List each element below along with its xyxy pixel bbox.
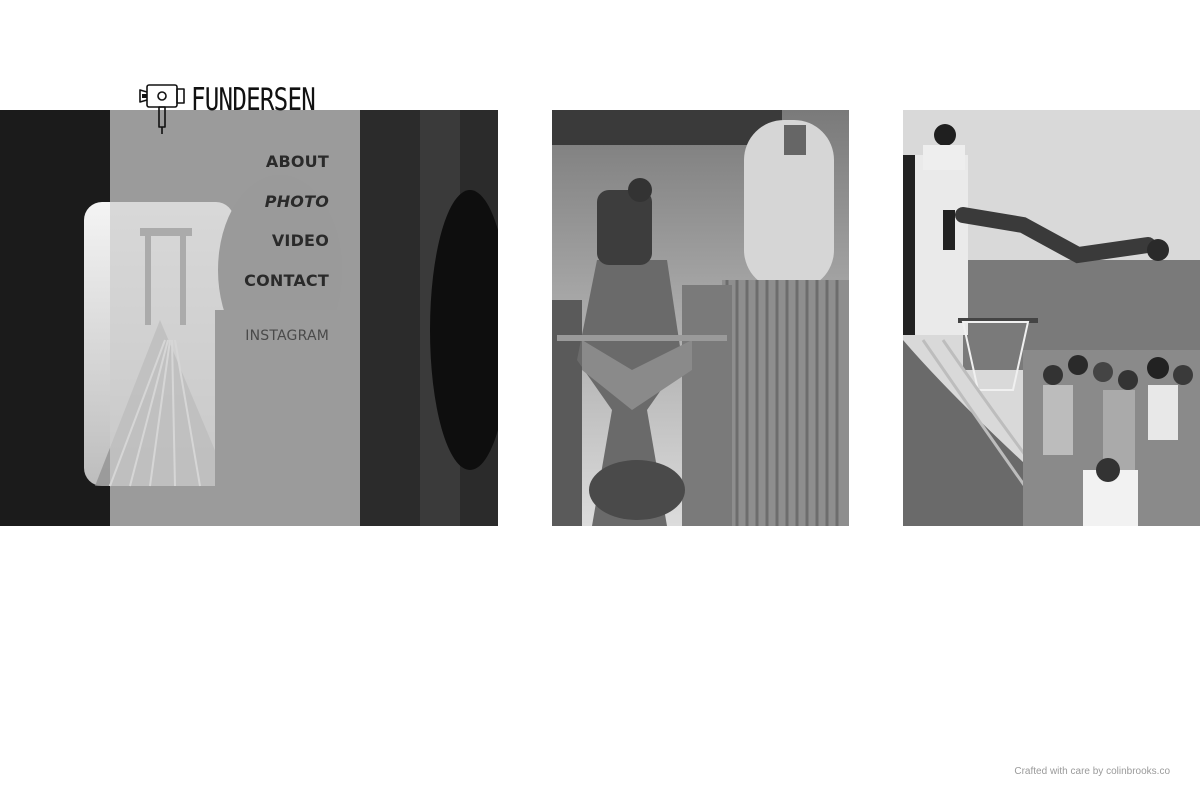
photo-mixer-image <box>552 110 849 526</box>
photo-skate-image <box>903 110 1200 526</box>
nav-item-video[interactable]: VIDEO <box>244 231 329 271</box>
main-nav: ABOUT PHOTO VIDEO CONTACT <box>244 152 329 310</box>
nav-item-instagram[interactable]: INSTAGRAM <box>245 328 329 344</box>
gallery-photo-skate[interactable] <box>903 110 1200 526</box>
gallery-photo-mixer[interactable] <box>552 110 849 526</box>
camera-icon <box>139 84 185 134</box>
nav-item-contact[interactable]: CONTACT <box>244 271 329 311</box>
nav-item-about[interactable]: ABOUT <box>244 152 329 192</box>
footer-credit[interactable]: Crafted with care by colinbrooks.co <box>1014 766 1170 777</box>
nav-panel: ABOUT PHOTO VIDEO CONTACT INSTAGRAM <box>110 110 360 526</box>
nav-item-photo[interactable]: PHOTO <box>244 192 329 232</box>
brand-logo[interactable]: FUNDERSEN <box>138 78 350 138</box>
brand-name: FUNDERSEN <box>191 82 316 118</box>
